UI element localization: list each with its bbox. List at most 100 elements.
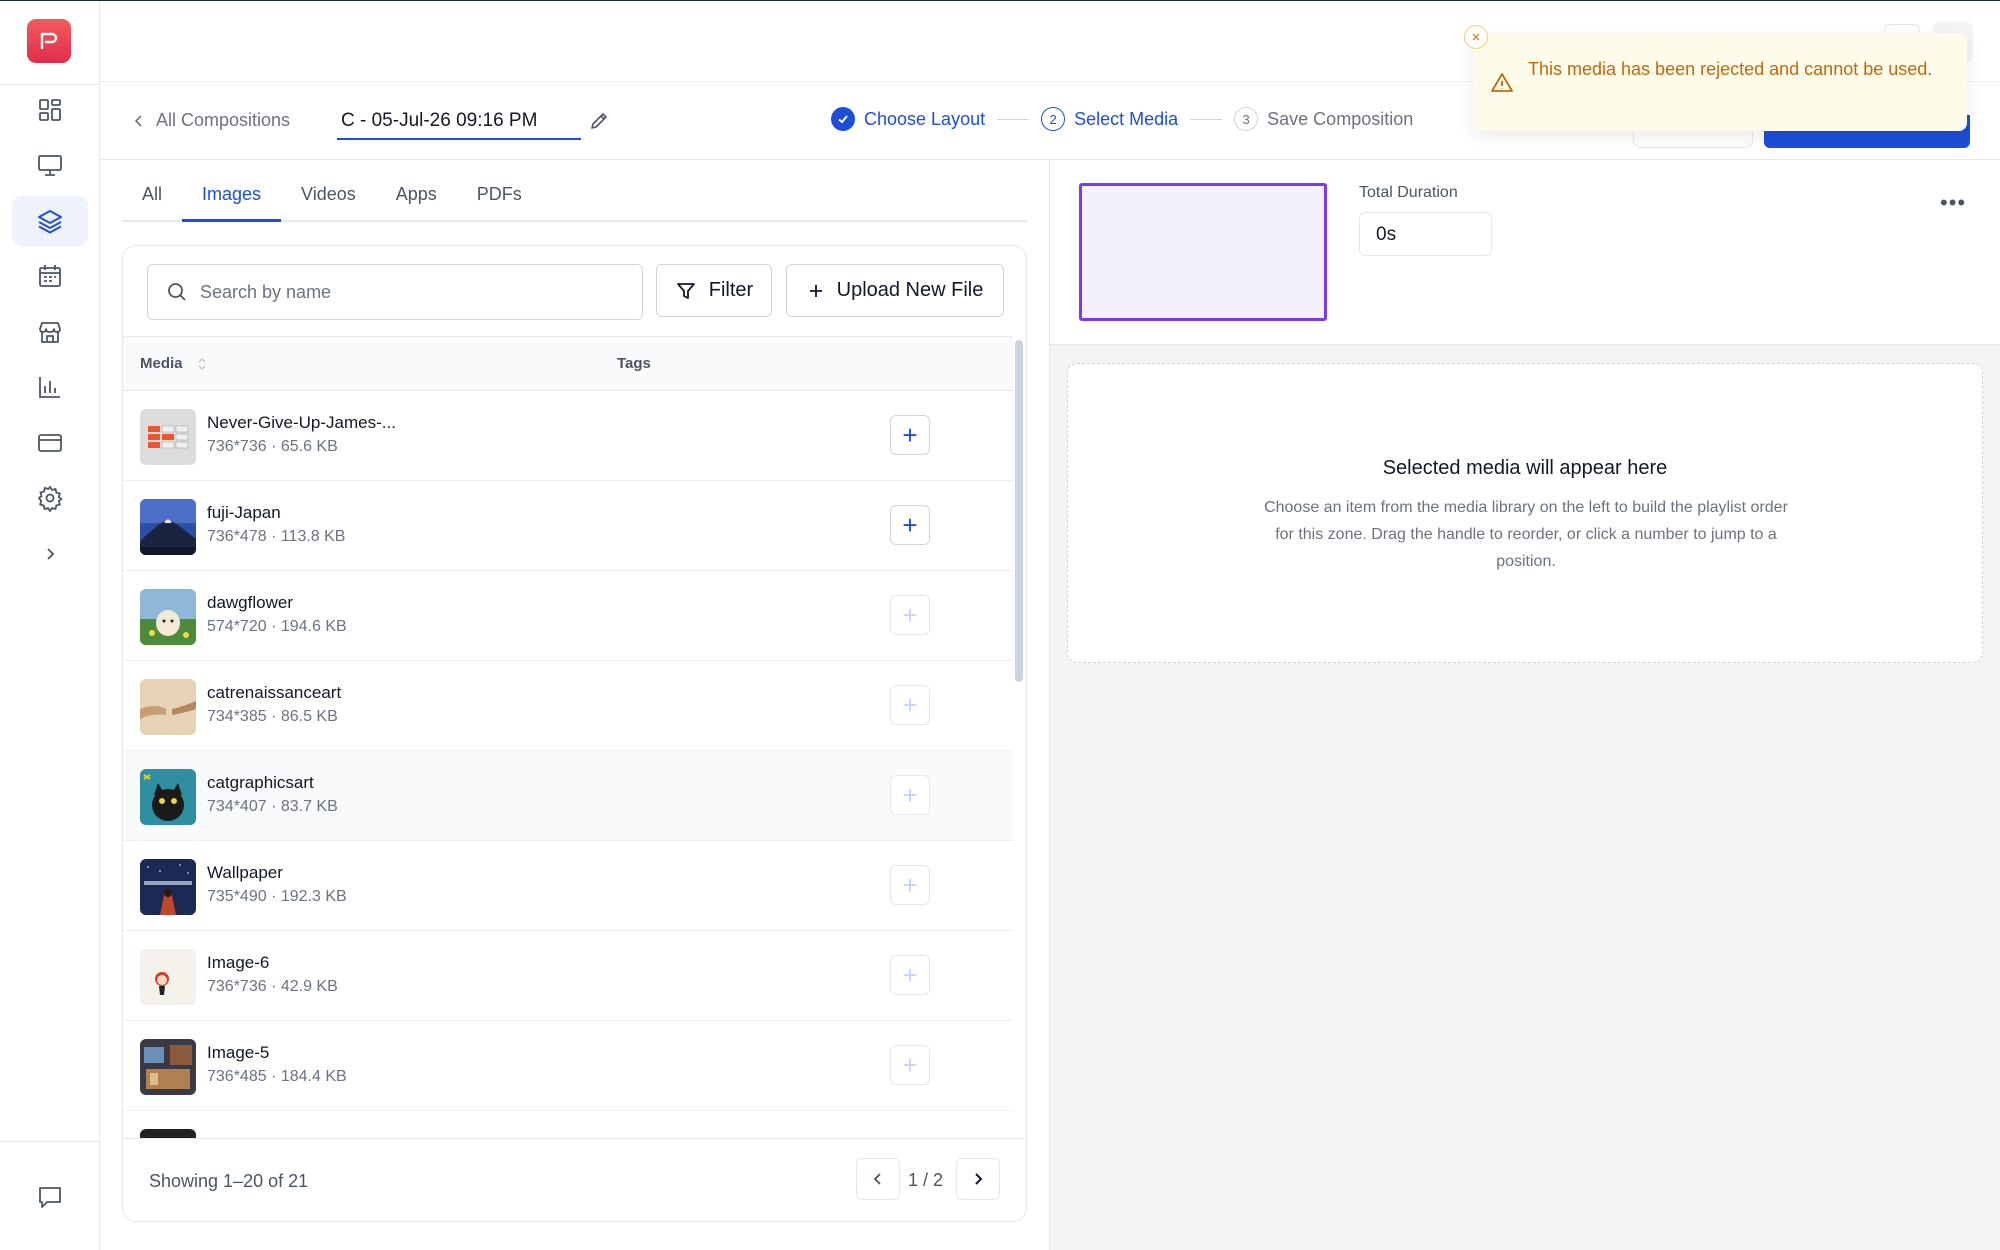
back-to-compositions-link[interactable]: All Compositions: [132, 110, 290, 131]
add-media-button[interactable]: +: [890, 505, 930, 545]
media-library-card: Filter Upload New File Media Tags Never-…: [122, 245, 1027, 1222]
sidebar-item-expand[interactable]: [12, 529, 88, 579]
sidebar-item-screens[interactable]: [12, 140, 88, 190]
step-save-composition[interactable]: 3 Save Composition: [1234, 107, 1413, 131]
search-icon: [168, 283, 186, 301]
column-header-tags: Tags: [617, 355, 651, 372]
list-scrollbar[interactable]: [1015, 340, 1023, 682]
chevron-right-icon: [47, 548, 55, 560]
zone-summary: Total Duration 0s •••: [1050, 160, 2000, 345]
media-thumbnail: [140, 499, 196, 555]
toast-close-button[interactable]: [1464, 25, 1488, 49]
table-row[interactable]: dawgflower 574*720 · 194.6 KB +: [123, 571, 1013, 661]
search-field[interactable]: [147, 264, 643, 320]
search-input[interactable]: [200, 281, 620, 303]
pagination-bar: Showing 1–20 of 21 1 / 2: [123, 1138, 1026, 1221]
media-name: catrenaissanceart: [207, 683, 342, 702]
media-name: Wallpaper: [207, 863, 283, 882]
media-list: Never-Give-Up-James-... 736*736 · 65.6 K…: [123, 391, 1013, 1201]
media-thumbnail: [140, 589, 196, 645]
table-row[interactable]: Never-Give-Up-James-... 736*736 · 65.6 K…: [123, 391, 1013, 481]
add-media-button[interactable]: +: [890, 415, 930, 455]
add-media-button[interactable]: +: [890, 955, 930, 995]
layers-icon: [38, 210, 62, 234]
table-row[interactable]: catgraphicsart 734*407 · 83.7 KB +: [123, 751, 1013, 841]
add-media-button[interactable]: +: [890, 775, 930, 815]
plus-icon: +: [902, 869, 918, 900]
app-logo[interactable]: [27, 19, 71, 63]
sidebar: [0, 1, 100, 1250]
media-name: Image-6: [207, 953, 270, 972]
store-icon: [39, 322, 61, 343]
sidebar-item-billing[interactable]: [12, 418, 88, 468]
step-label: Choose Layout: [864, 108, 986, 129]
empty-state-title: Selected media will appear here: [1382, 457, 1668, 479]
empty-state-description: Choose an item from the media library on…: [1264, 499, 1788, 570]
table-row[interactable]: fuji-Japan 736*478 · 113.8 KB +: [123, 481, 1013, 571]
credit-card-icon: [38, 434, 62, 452]
media-name: Image-5: [207, 1043, 270, 1062]
table-row[interactable]: Image-5 736*485 · 184.4 KB +: [123, 1021, 1013, 1111]
composition-name-text: C - 05-Jul-26 09:16 PM: [341, 110, 538, 131]
step-choose-layout[interactable]: Choose Layout: [831, 107, 985, 131]
plus-icon: [809, 284, 822, 297]
monitor-icon: [38, 155, 62, 176]
prev-page-button[interactable]: [856, 1158, 900, 1200]
add-media-button[interactable]: +: [890, 595, 930, 635]
tab-images[interactable]: Images: [182, 170, 282, 222]
pencil-icon[interactable]: [588, 110, 610, 132]
close-icon: [1472, 33, 1480, 41]
column-header-media[interactable]: Media: [140, 355, 207, 372]
sidebar-item-chat[interactable]: [12, 1172, 88, 1222]
media-name: fuji-Japan: [207, 503, 281, 522]
selected-media-dropzone[interactable]: Selected media will appear here Choose a…: [1067, 363, 1983, 663]
sidebar-item-store[interactable]: [12, 307, 88, 357]
table-row[interactable]: catrenaissanceart 734*385 · 86.5 KB +: [123, 661, 1013, 751]
table-row[interactable]: Image-6 736*736 · 42.9 KB +: [123, 931, 1013, 1021]
zone-preview[interactable]: [1079, 183, 1327, 321]
tab-pdfs[interactable]: PDFs: [457, 170, 542, 222]
media-thumbnail: [140, 769, 196, 825]
plus-icon: +: [902, 779, 918, 810]
media-meta: 736*485 · 184.4 KB: [207, 1068, 347, 1085]
media-thumbnail: [140, 949, 196, 1005]
more-options-icon[interactable]: •••: [1940, 190, 1966, 216]
sort-icon: [198, 357, 205, 370]
add-media-button[interactable]: +: [890, 1045, 930, 1085]
step-connector: [997, 118, 1030, 120]
step-label: Save Composition: [1267, 108, 1414, 129]
filter-button[interactable]: Filter: [656, 264, 772, 317]
table-header: Media Tags: [123, 336, 1013, 391]
plus-icon: +: [902, 509, 918, 540]
sidebar-item-compositions[interactable]: [12, 196, 88, 246]
step-number: 2: [1041, 107, 1066, 131]
media-meta: 734*407 · 83.7 KB: [207, 798, 338, 815]
sidebar-item-analytics[interactable]: [12, 362, 88, 412]
warning-toast: This media has been rejected and cannot …: [1473, 33, 1967, 131]
media-meta: 734*385 · 86.5 KB: [207, 708, 338, 725]
toast-message: This media has been rejected and cannot …: [1528, 59, 1933, 79]
next-page-button[interactable]: [956, 1158, 1000, 1200]
table-row[interactable]: Wallpaper 735*490 · 192.3 KB +: [123, 841, 1013, 931]
sidebar-item-settings[interactable]: [12, 473, 88, 523]
media-meta: 574*720 · 194.6 KB: [207, 618, 347, 635]
add-media-button[interactable]: +: [890, 685, 930, 725]
filter-icon: [676, 282, 695, 299]
logo-icon: [40, 32, 58, 50]
sidebar-item-dashboard[interactable]: [12, 85, 88, 135]
grid-icon: [39, 99, 61, 121]
composition-name-input[interactable]: C - 05-Jul-26 09:16 PM: [337, 104, 581, 140]
tab-apps[interactable]: Apps: [376, 170, 457, 222]
tab-videos[interactable]: Videos: [281, 170, 376, 222]
upload-new-file-button[interactable]: Upload New File: [786, 264, 1004, 317]
media-thumbnail: [140, 409, 196, 465]
tab-all[interactable]: All: [122, 170, 182, 222]
bar-chart-icon: [39, 377, 60, 398]
step-select-media[interactable]: 2 Select Media: [1041, 107, 1178, 131]
duration-field[interactable]: 0s: [1359, 212, 1492, 256]
sidebar-item-schedule[interactable]: [12, 251, 88, 301]
stepper: Choose Layout 2 Select Media 3 Save Comp…: [831, 107, 1413, 131]
chevron-right-icon: [975, 1173, 983, 1185]
plus-icon: +: [902, 689, 918, 720]
add-media-button[interactable]: +: [890, 865, 930, 905]
